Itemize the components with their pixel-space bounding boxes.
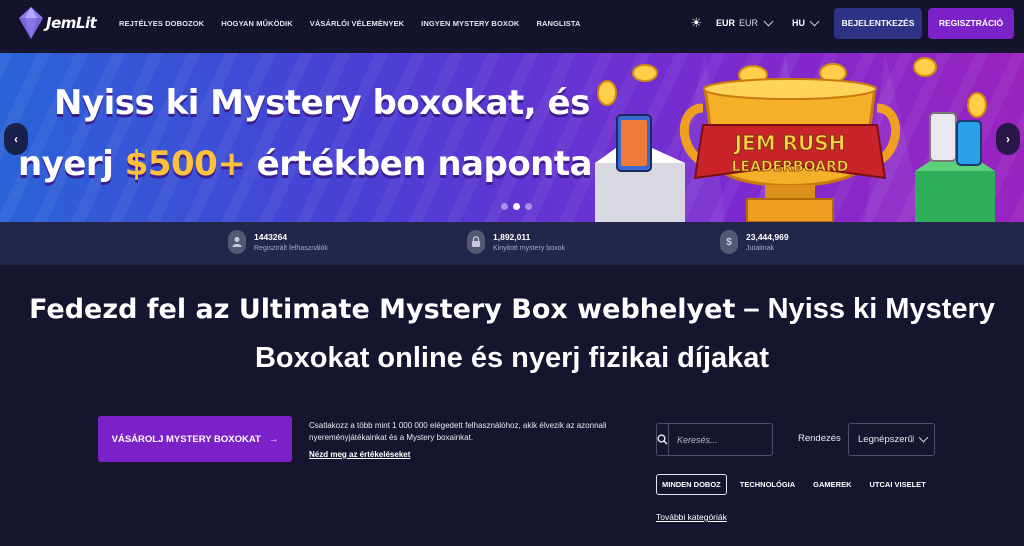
logo-text: JemLit (46, 14, 97, 32)
sort-select[interactable]: Legnépszerűbb (848, 423, 935, 456)
carousel-prev-button[interactable]: ‹ (4, 123, 28, 155)
lock-icon (467, 230, 485, 254)
search-input[interactable] (669, 424, 794, 455)
stat-value: 23,444,969 (746, 232, 789, 242)
stat-rewards: $ 23,444,969 Jutalmak (720, 230, 789, 254)
gem-logo-icon (19, 7, 43, 39)
nav-link-free-boxes[interactable]: INGYEN MYSTERY BOXOK (421, 19, 519, 28)
chevron-down-icon (809, 16, 820, 26)
sort-label: Rendezés (798, 433, 841, 444)
nav-right: ☀ EUR EUR HU BEJELENTKEZÉS REGISZTRÁCIÓ (690, 7, 1014, 39)
banner-amount: $500+ (124, 144, 246, 184)
nav-link-reviews[interactable]: VÁSÁRLÓI VÉLEMÉNYEK (310, 19, 404, 28)
nav-link-mystery-boxes[interactable]: REJTÉLYES DOBOZOK (119, 19, 204, 28)
category-filters: MINDEN DOBOZ TECHNOLÓGIA GAMEREK UTCAI V… (656, 474, 944, 495)
carousel-dot[interactable] (501, 203, 508, 210)
nav-links: REJTÉLYES DOBOZOK HOGYAN MŰKÖDIK VÁSÁRLÓ… (119, 19, 581, 28)
chevron-down-icon (763, 16, 774, 26)
search-icon[interactable] (657, 424, 669, 455)
banner-line2-pre: nyerj (18, 144, 125, 184)
leaderboard-trophy-art: JEM RUSH LEADERBOARD (595, 53, 995, 222)
currency-sub: EUR (738, 18, 758, 28)
carousel-dot-active[interactable] (513, 203, 520, 210)
arrow-right-icon: → (268, 433, 279, 445)
banner-line2-post: értékben naponta (245, 144, 593, 184)
hero-banner[interactable]: Nyiss ki Mystery boxokat, és nyerj $500+… (0, 53, 1024, 222)
banner-headline-line1: Nyiss ki Mystery boxokat, és (54, 83, 590, 123)
art-text-jem-rush: JEM RUSH (733, 131, 846, 155)
top-navbar: JemLit REJTÉLYES DOBOZOK HOGYAN MŰKÖDIK … (0, 0, 1024, 46)
carousel-dots (501, 203, 532, 210)
stat-value: 1443264 (254, 232, 288, 242)
reviews-link[interactable]: Nézd meg az értékeléseket (309, 450, 410, 459)
stat-registered-users: 1443264 Regisztrált felhasználók (228, 230, 328, 254)
currency-code: EUR (715, 18, 735, 28)
stat-opened-boxes: 1,892,011 Kinyitott mystery boxok (467, 230, 565, 254)
category-gamers[interactable]: GAMEREK (813, 480, 851, 489)
chevron-right-icon: › (1006, 132, 1010, 146)
nav-link-leaderboard[interactable]: RANGLISTA (536, 19, 580, 28)
login-button[interactable]: BEJELENTKEZÉS (834, 7, 922, 39)
page-headline: Fedezd fel az Ultimate Mystery Box webhe… (0, 285, 1024, 382)
currency-selector[interactable]: EUR EUR (715, 16, 774, 28)
register-button[interactable]: REGISZTRÁCIÓ (928, 7, 1014, 39)
category-all-boxes[interactable]: MINDEN DOBOZ (656, 474, 727, 495)
more-categories-link[interactable]: További kategóriák (656, 512, 727, 522)
category-technology[interactable]: TECHNOLÓGIA (740, 480, 795, 489)
logo[interactable]: JemLit (18, 6, 114, 40)
headline-strong: Fedezd fel az Ultimate Mystery Box webhe… (29, 294, 736, 325)
stat-label: Regisztrált felhasználók (254, 245, 328, 252)
stats-bar: 1443264 Regisztrált felhasználók 1,892,0… (0, 222, 1024, 265)
stat-value: 1,892,011 (493, 232, 531, 242)
carousel-next-button[interactable]: › (996, 123, 1020, 155)
carousel-dot[interactable] (525, 203, 532, 210)
search-box (656, 423, 794, 456)
user-icon (228, 230, 246, 254)
cta-button-label: VÁSÁROLJ MYSTERY BOXOKAT (111, 433, 261, 445)
buy-mystery-boxes-button[interactable]: VÁSÁROLJ MYSTERY BOXOKAT → (98, 416, 292, 462)
art-text-leaderboard: LEADERBOARD (732, 159, 849, 175)
stat-label: Kinyitott mystery boxok (493, 245, 565, 252)
dollar-icon: $ (720, 230, 738, 254)
nav-link-how-it-works[interactable]: HOGYAN MŰKÖDIK (221, 19, 293, 28)
category-streetwear[interactable]: UTCAI VISELET (870, 480, 926, 489)
chevron-left-icon: ‹ (14, 132, 18, 146)
language-code: HU (792, 18, 805, 28)
chevron-down-icon (918, 432, 929, 443)
sort-value: Legnépszerűbb (858, 434, 914, 445)
stat-label: Jutalmak (746, 245, 775, 252)
language-selector[interactable]: HU (792, 16, 820, 28)
sun-icon[interactable]: ☀ (690, 15, 702, 31)
cta-description: Csatlakozz a több mint 1 000 000 elégede… (309, 421, 607, 442)
banner-headline-line2: nyerj $500+ értékben naponta (18, 144, 593, 184)
